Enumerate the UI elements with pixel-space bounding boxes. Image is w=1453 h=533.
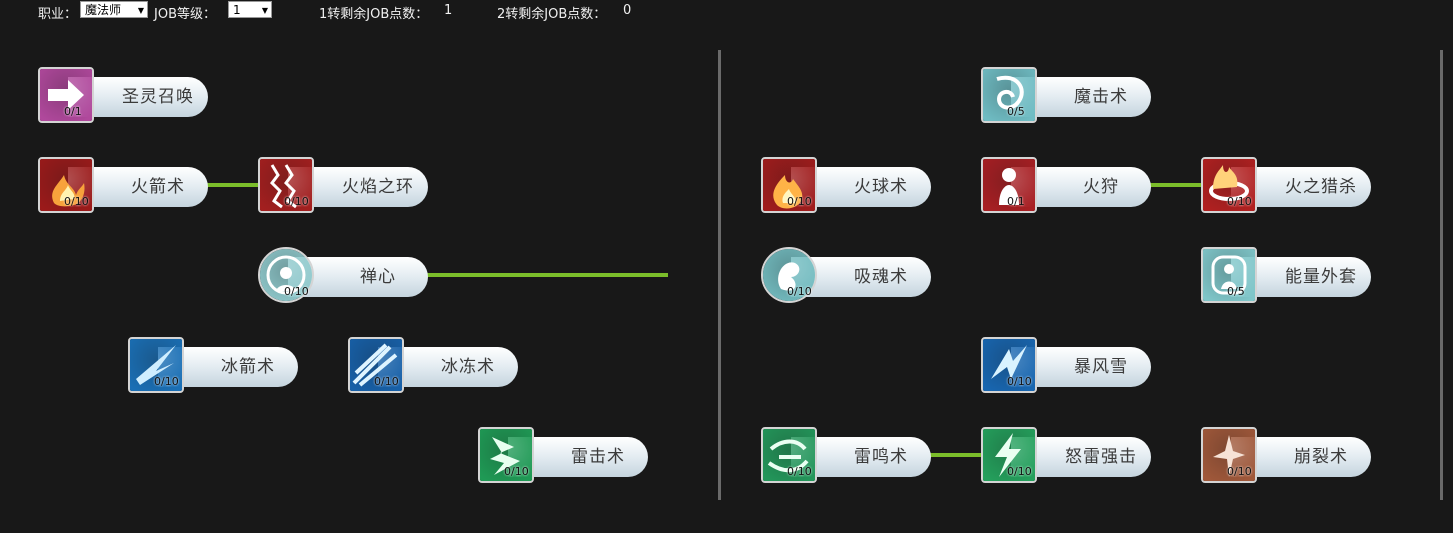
skill-points: 0/10 — [787, 285, 812, 298]
points1-value: 1 — [444, 3, 453, 18]
job-select[interactable]: 魔法师 ▼ — [80, 1, 148, 18]
skill-name: 冰冻术 — [441, 357, 495, 377]
points2-label: 2转剩余JOB点数： — [497, 7, 607, 22]
skill-name: 雷击术 — [571, 447, 625, 467]
skill-points: 0/10 — [154, 375, 179, 388]
skill-name: 火球术 — [854, 177, 908, 197]
skill-name: 能量外套 — [1285, 267, 1357, 287]
skill-points: 0/5 — [1227, 285, 1245, 298]
skill-points: 0/10 — [1227, 195, 1252, 208]
skill-points: 0/10 — [787, 195, 812, 208]
level-label: JOB等级： — [154, 7, 216, 22]
connector-thunder-roar-raging-thunder — [929, 453, 983, 457]
skill-magic-strike[interactable]: 魔击术 0/5 — [981, 67, 1151, 123]
skill-points: 0/10 — [787, 465, 812, 478]
points2-value: 0 — [623, 3, 632, 18]
points1-label: 1转剩余JOB点数： — [319, 7, 429, 22]
skill-points: 0/10 — [284, 195, 309, 208]
skill-name: 冰箭术 — [221, 357, 275, 377]
dropdown-arrow-icon: ▼ — [261, 6, 268, 15]
skill-fire-slay[interactable]: 火之猎杀 0/10 — [1201, 157, 1371, 213]
skill-points: 0/10 — [1227, 465, 1252, 478]
connector-fire-hunt-fire-slay — [1149, 183, 1203, 187]
skill-raging-thunder[interactable]: 怒雷强击 0/10 — [981, 427, 1151, 483]
skill-name: 雷鸣术 — [854, 447, 908, 467]
skill-name: 圣灵召唤 — [122, 87, 194, 107]
dropdown-arrow-icon: ▼ — [137, 6, 144, 15]
connector-zen-mind — [426, 273, 668, 277]
skill-name: 火之猎杀 — [1285, 177, 1357, 197]
skill-name: 禅心 — [360, 267, 396, 287]
skill-ice-arrow[interactable]: 冰箭术 0/10 — [128, 337, 298, 393]
connector-fire-arrow-flame-ring — [206, 183, 260, 187]
skill-fire-hunt[interactable]: 火狩 0/1 — [981, 157, 1151, 213]
skill-name: 吸魂术 — [854, 267, 908, 287]
right-edge-divider — [1440, 50, 1443, 500]
skill-holy-spirit-summon[interactable]: 圣灵召唤 0/1 — [38, 67, 208, 123]
job-select-value: 魔法师 — [85, 3, 122, 17]
skill-name: 暴风雪 — [1074, 357, 1128, 377]
skill-points: 0/10 — [1007, 465, 1032, 478]
level-select-value: 1 — [233, 3, 241, 17]
skill-points: 0/1 — [1007, 195, 1025, 208]
skill-thunder-roar[interactable]: 雷鸣术 0/10 — [761, 427, 931, 483]
skill-freeze[interactable]: 冰冻术 0/10 — [348, 337, 518, 393]
skill-soul-drain[interactable]: 吸魂术 0/10 — [761, 247, 931, 303]
tree-divider — [718, 50, 721, 500]
skill-points: 0/10 — [1007, 375, 1032, 388]
skill-name: 怒雷强击 — [1065, 447, 1137, 467]
skill-points: 0/10 — [504, 465, 529, 478]
skill-collapse[interactable]: 崩裂术 0/10 — [1201, 427, 1371, 483]
skill-name: 火箭术 — [131, 177, 185, 197]
skill-fire-arrow[interactable]: 火箭术 0/10 — [38, 157, 208, 213]
skill-name: 火焰之环 — [342, 177, 414, 197]
skill-flame-ring[interactable]: 火焰之环 0/10 — [258, 157, 428, 213]
level-select[interactable]: 1 ▼ — [228, 1, 272, 18]
skill-blizzard[interactable]: 暴风雪 0/10 — [981, 337, 1151, 393]
skill-energy-coat[interactable]: 能量外套 0/5 — [1201, 247, 1371, 303]
skill-points: 0/10 — [284, 285, 309, 298]
job-label: 职业： — [38, 7, 78, 22]
skill-points: 0/5 — [1007, 105, 1025, 118]
skill-name: 魔击术 — [1074, 87, 1128, 107]
skill-points: 0/10 — [374, 375, 399, 388]
skill-name: 火狩 — [1083, 177, 1119, 197]
skill-fireball[interactable]: 火球术 0/10 — [761, 157, 931, 213]
skill-zen-mind[interactable]: 禅心 0/10 — [258, 247, 428, 303]
skill-points: 0/1 — [64, 105, 82, 118]
skill-thunder-strike[interactable]: 雷击术 0/10 — [478, 427, 648, 483]
skill-points: 0/10 — [64, 195, 89, 208]
skill-name: 崩裂术 — [1294, 447, 1348, 467]
